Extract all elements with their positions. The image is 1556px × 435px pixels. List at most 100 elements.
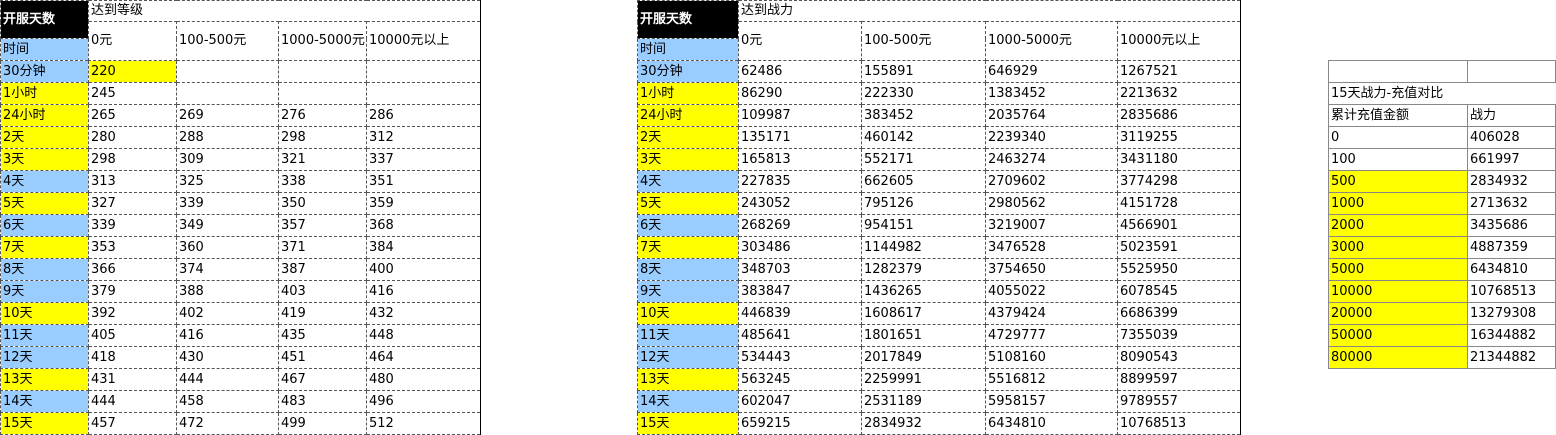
data-cell[interactable]: 384 bbox=[366, 236, 481, 259]
data-cell[interactable]: 499 bbox=[278, 412, 367, 435]
amount-cell[interactable]: 80000 bbox=[1328, 346, 1468, 369]
data-cell[interactable]: 4379424 bbox=[985, 302, 1118, 325]
data-cell[interactable]: 1801651 bbox=[861, 324, 986, 347]
data-cell[interactable]: 8090543 bbox=[1117, 346, 1241, 369]
data-cell[interactable]: 9789557 bbox=[1117, 390, 1241, 413]
time-label[interactable]: 时间 bbox=[0, 38, 89, 61]
power-cell[interactable]: 2834932 bbox=[1467, 170, 1556, 193]
row-label[interactable]: 8天 bbox=[637, 258, 739, 281]
data-cell[interactable]: 109987 bbox=[738, 104, 862, 127]
power-cell[interactable]: 661997 bbox=[1467, 148, 1556, 171]
data-cell[interactable]: 5958157 bbox=[985, 390, 1118, 413]
data-cell[interactable]: 8899597 bbox=[1117, 368, 1241, 391]
data-cell[interactable]: 662605 bbox=[861, 170, 986, 193]
data-cell[interactable]: 602047 bbox=[738, 390, 862, 413]
amount-cell[interactable]: 100 bbox=[1328, 148, 1468, 171]
data-cell[interactable]: 1383452 bbox=[985, 82, 1118, 105]
row-label[interactable]: 2天 bbox=[0, 126, 89, 149]
corner-header[interactable]: 开服天数 bbox=[637, 0, 739, 39]
data-cell[interactable]: 387 bbox=[278, 258, 367, 281]
data-cell[interactable]: 2017849 bbox=[861, 346, 986, 369]
data-cell[interactable]: 432 bbox=[366, 302, 481, 325]
data-cell[interactable]: 552171 bbox=[861, 148, 986, 171]
data-cell[interactable]: 288 bbox=[176, 126, 279, 149]
data-cell[interactable]: 220 bbox=[88, 60, 177, 83]
data-cell[interactable]: 480 bbox=[366, 368, 481, 391]
data-cell[interactable]: 243052 bbox=[738, 192, 862, 215]
data-cell[interactable]: 303486 bbox=[738, 236, 862, 259]
data-cell[interactable]: 245 bbox=[88, 82, 177, 105]
data-cell[interactable]: 2035764 bbox=[985, 104, 1118, 127]
data-cell[interactable]: 222330 bbox=[861, 82, 986, 105]
row-label[interactable]: 3天 bbox=[637, 148, 739, 171]
data-cell[interactable]: 418 bbox=[88, 346, 177, 369]
row-label[interactable]: 3天 bbox=[0, 148, 89, 171]
power-cell[interactable]: 3435686 bbox=[1467, 214, 1556, 237]
data-cell[interactable]: 5108160 bbox=[985, 346, 1118, 369]
data-cell[interactable]: 388 bbox=[176, 280, 279, 303]
data-cell[interactable] bbox=[176, 60, 279, 83]
data-cell[interactable]: 379 bbox=[88, 280, 177, 303]
data-cell[interactable]: 3431180 bbox=[1117, 148, 1241, 171]
data-cell[interactable] bbox=[366, 82, 481, 105]
row-label[interactable]: 30分钟 bbox=[637, 60, 739, 83]
data-cell[interactable]: 349 bbox=[176, 214, 279, 237]
row-label[interactable]: 14天 bbox=[0, 390, 89, 413]
data-cell[interactable]: 371 bbox=[278, 236, 367, 259]
data-cell[interactable]: 135171 bbox=[738, 126, 862, 149]
col-header-amount[interactable]: 累计充值金额 bbox=[1328, 104, 1468, 127]
row-label[interactable]: 12天 bbox=[637, 346, 739, 369]
data-cell[interactable]: 5525950 bbox=[1117, 258, 1241, 281]
row-label[interactable]: 4天 bbox=[637, 170, 739, 193]
data-cell[interactable]: 430 bbox=[176, 346, 279, 369]
power-cell[interactable]: 16344882 bbox=[1467, 324, 1556, 347]
row-label[interactable]: 13天 bbox=[637, 368, 739, 391]
data-cell[interactable]: 276 bbox=[278, 104, 367, 127]
data-cell[interactable]: 659215 bbox=[738, 412, 862, 435]
data-cell[interactable]: 338 bbox=[278, 170, 367, 193]
data-cell[interactable]: 309 bbox=[176, 148, 279, 171]
data-cell[interactable]: 6686399 bbox=[1117, 302, 1241, 325]
data-cell[interactable]: 1282379 bbox=[861, 258, 986, 281]
data-cell[interactable]: 458 bbox=[176, 390, 279, 413]
data-cell[interactable]: 446839 bbox=[738, 302, 862, 325]
data-cell[interactable]: 563245 bbox=[738, 368, 862, 391]
data-cell[interactable]: 165813 bbox=[738, 148, 862, 171]
row-label[interactable]: 24小时 bbox=[0, 104, 89, 127]
data-cell[interactable]: 400 bbox=[366, 258, 481, 281]
data-cell[interactable]: 4055022 bbox=[985, 280, 1118, 303]
row-label[interactable]: 7天 bbox=[637, 236, 739, 259]
data-cell[interactable]: 795126 bbox=[861, 192, 986, 215]
row-label[interactable]: 12天 bbox=[0, 346, 89, 369]
data-cell[interactable]: 339 bbox=[88, 214, 177, 237]
data-cell[interactable]: 3119255 bbox=[1117, 126, 1241, 149]
data-cell[interactable]: 353 bbox=[88, 236, 177, 259]
data-cell[interactable]: 6078545 bbox=[1117, 280, 1241, 303]
col-header[interactable]: 10000元以上 bbox=[366, 21, 481, 61]
data-cell[interactable]: 350 bbox=[278, 192, 367, 215]
data-cell[interactable]: 1436265 bbox=[861, 280, 986, 303]
data-cell[interactable]: 383847 bbox=[738, 280, 862, 303]
data-cell[interactable]: 419 bbox=[278, 302, 367, 325]
col-header[interactable]: 0元 bbox=[88, 21, 177, 61]
col-header[interactable]: 100-500元 bbox=[176, 21, 279, 61]
data-cell[interactable]: 467 bbox=[278, 368, 367, 391]
row-label[interactable]: 24小时 bbox=[637, 104, 739, 127]
row-label[interactable]: 11天 bbox=[637, 324, 739, 347]
data-cell[interactable]: 392 bbox=[88, 302, 177, 325]
data-cell[interactable]: 7355039 bbox=[1117, 324, 1241, 347]
data-cell[interactable]: 954151 bbox=[861, 214, 986, 237]
data-cell[interactable]: 2239340 bbox=[985, 126, 1118, 149]
data-cell[interactable]: 405 bbox=[88, 324, 177, 347]
data-cell[interactable]: 534443 bbox=[738, 346, 862, 369]
data-cell[interactable]: 360 bbox=[176, 236, 279, 259]
data-cell[interactable]: 86290 bbox=[738, 82, 862, 105]
data-cell[interactable]: 5023591 bbox=[1117, 236, 1241, 259]
row-label[interactable]: 14天 bbox=[637, 390, 739, 413]
data-cell[interactable]: 1608617 bbox=[861, 302, 986, 325]
data-cell[interactable] bbox=[366, 60, 481, 83]
data-cell[interactable]: 464 bbox=[366, 346, 481, 369]
data-cell[interactable]: 6434810 bbox=[985, 412, 1118, 435]
data-cell[interactable]: 472 bbox=[176, 412, 279, 435]
row-label[interactable]: 1小时 bbox=[0, 82, 89, 105]
